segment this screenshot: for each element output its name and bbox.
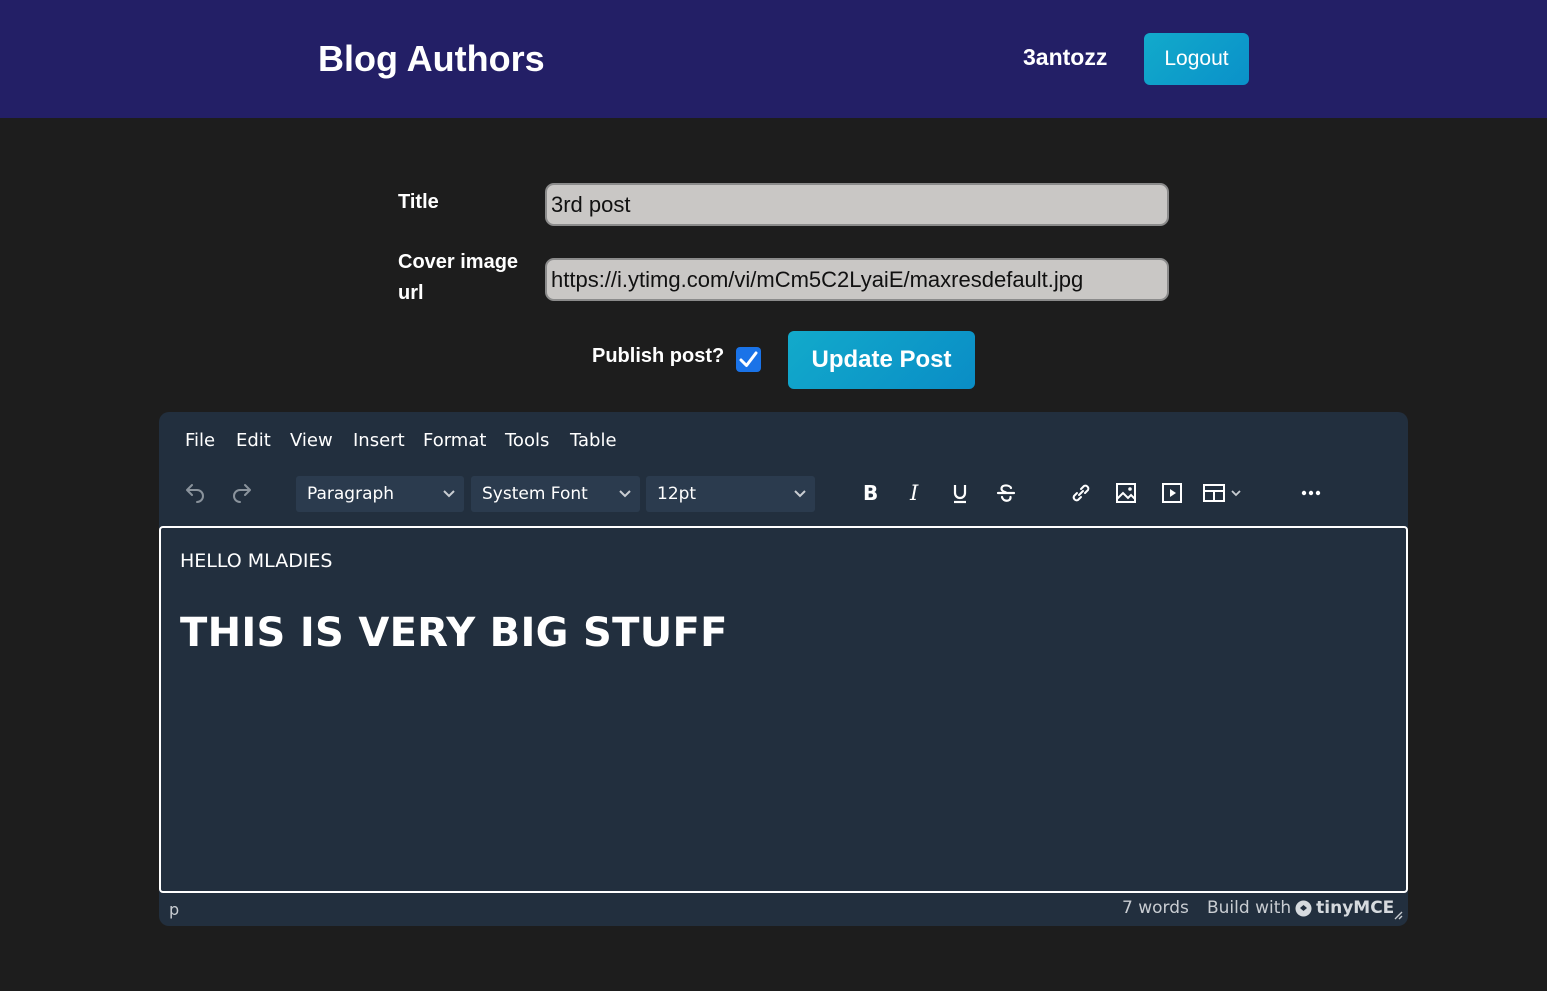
undo-icon[interactable]: [177, 474, 213, 512]
site-brand[interactable]: Blog Authors: [318, 38, 545, 80]
svg-text:I: I: [909, 481, 919, 505]
tinymce-branding[interactable]: Build with tinyMCE: [1207, 898, 1394, 918]
publish-label: Publish post?: [592, 345, 725, 367]
menu-file[interactable]: File: [185, 430, 215, 451]
tinymce-logo-icon: [1295, 900, 1312, 916]
title-label: Title: [398, 191, 439, 213]
more-icon[interactable]: [1293, 474, 1329, 512]
element-path[interactable]: p: [169, 900, 179, 919]
media-icon[interactable]: [1154, 474, 1190, 512]
title-input[interactable]: [545, 183, 1169, 226]
strikethrough-icon[interactable]: [988, 474, 1024, 512]
menu-edit[interactable]: Edit: [236, 430, 271, 451]
rich-text-editor: File Edit View Insert Format Tools Table…: [159, 412, 1408, 926]
top-nav: Blog Authors 3antozz Logout: [0, 0, 1547, 118]
chevron-down-icon: [442, 476, 456, 512]
resize-handle-icon[interactable]: [1391, 908, 1403, 920]
menu-view[interactable]: View: [290, 430, 333, 451]
publish-checkbox[interactable]: [736, 347, 761, 372]
username: 3antozz: [1023, 44, 1108, 70]
update-post-button[interactable]: Update Post: [788, 331, 975, 389]
editor-content-area[interactable]: HELLO MLADIES THIS IS VERY BIG STUFF: [159, 526, 1408, 893]
underline-icon[interactable]: [942, 474, 978, 512]
menu-insert[interactable]: Insert: [353, 430, 405, 451]
font-family-select[interactable]: System Font: [471, 476, 640, 512]
table-icon[interactable]: [1199, 474, 1251, 512]
cover-image-label-line2: url: [398, 282, 424, 304]
cover-image-url-input[interactable]: [545, 258, 1169, 301]
menu-tools[interactable]: Tools: [505, 430, 549, 451]
block-format-select[interactable]: Paragraph: [296, 476, 464, 512]
menu-table[interactable]: Table: [570, 430, 617, 451]
tinymce-brand-text: tinyMCE: [1316, 898, 1395, 918]
chevron-down-icon: [793, 476, 807, 512]
svg-text:B: B: [863, 481, 878, 505]
editor-menubar: File Edit View Insert Format Tools Table: [159, 430, 1408, 454]
editor-toolbar: Paragraph System Font 12pt B I: [159, 474, 1408, 512]
build-with-text: Build with: [1207, 898, 1292, 918]
font-size-value: 12pt: [657, 484, 697, 504]
logout-button[interactable]: Logout: [1144, 33, 1249, 85]
font-family-value: System Font: [482, 484, 588, 504]
link-icon[interactable]: [1063, 474, 1099, 512]
chevron-down-icon: [618, 476, 632, 512]
bold-icon[interactable]: B: [852, 474, 888, 512]
checkmark-icon: [739, 351, 758, 367]
image-icon[interactable]: [1108, 474, 1144, 512]
content-heading: THIS IS VERY BIG STUFF: [180, 610, 728, 656]
menu-format[interactable]: Format: [423, 430, 486, 451]
content-paragraph: HELLO MLADIES: [180, 550, 333, 572]
cover-image-label-line1: Cover image: [398, 251, 519, 273]
font-size-select[interactable]: 12pt: [646, 476, 815, 512]
italic-icon[interactable]: I: [897, 474, 933, 512]
word-count[interactable]: 7 words: [1122, 898, 1189, 918]
redo-icon[interactable]: [224, 474, 260, 512]
editor-statusbar: p 7 words Build with tinyMCE: [159, 898, 1408, 922]
block-format-value: Paragraph: [307, 484, 395, 504]
